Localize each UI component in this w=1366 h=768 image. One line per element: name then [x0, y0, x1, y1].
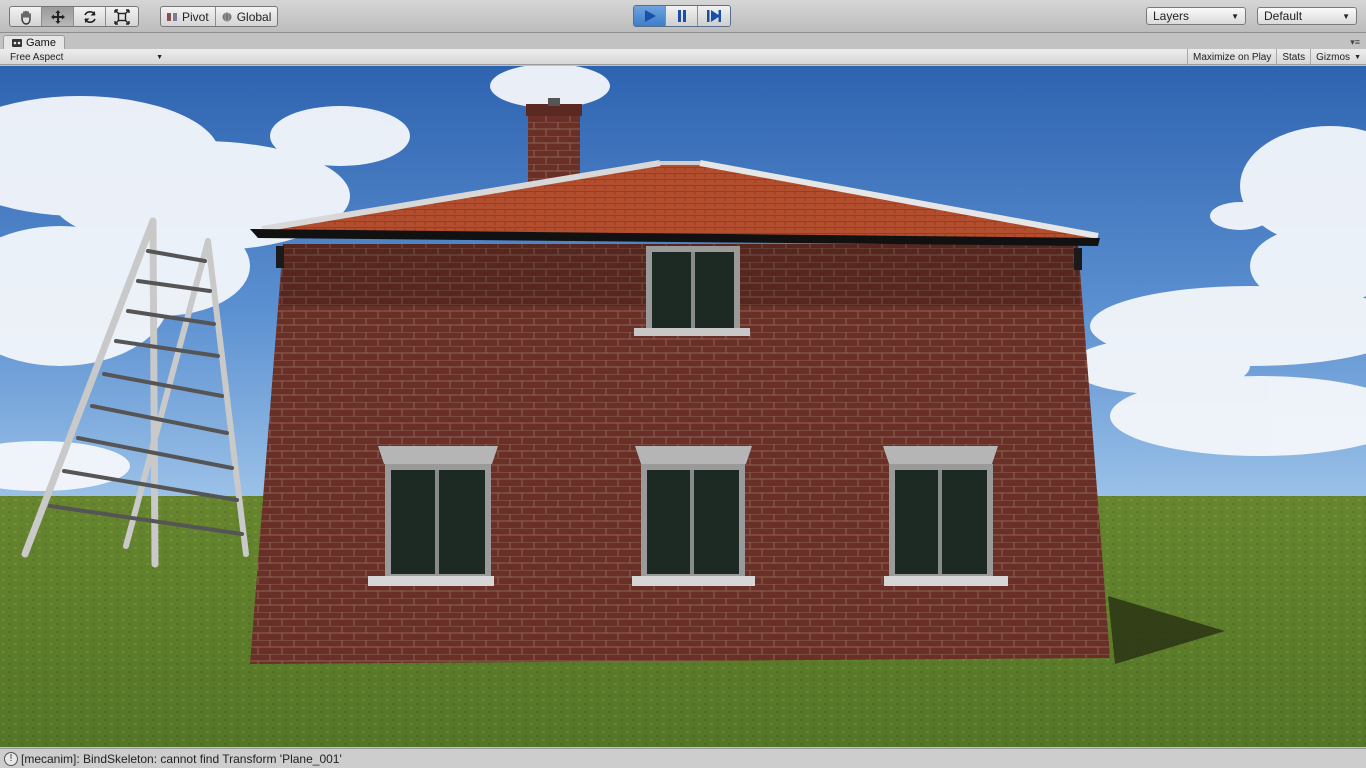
transform-tools	[9, 6, 139, 27]
global-button[interactable]: Global	[216, 7, 278, 26]
play-icon	[644, 10, 656, 22]
dropdown-arrow-icon: ▼	[156, 53, 163, 61]
play-button[interactable]	[634, 6, 666, 26]
game-viewport[interactable]	[0, 66, 1366, 747]
game-view-toolbar: Free Aspect ▼ Maximize on Play Stats Giz…	[0, 49, 1366, 65]
layout-label: Default	[1264, 9, 1303, 23]
panel-menu-icon[interactable]: ▾≡	[1350, 37, 1360, 48]
panel-tabbar: Game ▾≡	[0, 34, 1366, 50]
move-tool-button[interactable]	[42, 7, 74, 26]
hand-icon	[20, 10, 31, 25]
gizmos-dropdown[interactable]: Gizmos ▼	[1310, 49, 1366, 65]
pivot-global-toggle: Pivot Global	[160, 6, 279, 27]
scene-render	[0, 66, 1366, 747]
dropdown-arrow-icon: ▼	[1354, 53, 1361, 61]
aspect-label: Free Aspect	[10, 51, 64, 63]
aspect-dropdown[interactable]: Free Aspect ▼	[6, 49, 166, 65]
warning-icon: !	[4, 751, 18, 766]
pivot-icon	[167, 12, 177, 21]
rotate-tool-button[interactable]	[74, 7, 106, 26]
pivot-label: Pivot	[182, 9, 209, 24]
pause-button[interactable]	[666, 6, 698, 26]
layers-dropdown[interactable]: Layers ▼	[1146, 7, 1246, 25]
play-controls	[633, 5, 731, 27]
tab-game[interactable]: Game	[3, 35, 65, 50]
layers-label: Layers	[1153, 9, 1190, 23]
dropdown-arrow-icon: ▼	[1231, 11, 1239, 21]
step-icon	[707, 10, 721, 22]
scale-tool-button[interactable]	[106, 7, 138, 26]
maximize-label: Maximize on Play	[1193, 51, 1272, 63]
game-toolbar-right: Maximize on Play Stats Gizmos ▼	[1187, 49, 1366, 65]
layout-dropdown[interactable]: Default ▼	[1257, 7, 1357, 25]
window-upper	[634, 246, 750, 336]
window-left	[368, 446, 498, 586]
hand-tool-button[interactable]	[10, 7, 42, 26]
window-right	[883, 446, 1008, 586]
main-toolbar: Pivot Global Layers ▼ Default ▼	[0, 0, 1366, 33]
chimney	[528, 114, 580, 184]
global-label: Global	[236, 9, 272, 24]
status-message: [mecanim]: BindSkeleton: cannot find Tra…	[21, 751, 342, 766]
tab-game-label: Game	[26, 37, 56, 49]
unity-editor-window: Pivot Global Layers ▼ Default ▼ Game ▾≡ …	[0, 0, 1366, 768]
pause-icon	[677, 10, 686, 22]
game-icon	[12, 39, 22, 47]
console-status-bar[interactable]: ! [mecanim]: BindSkeleton: cannot find T…	[0, 748, 1366, 768]
scale-icon	[114, 8, 130, 25]
window-center	[632, 446, 755, 586]
dropdown-arrow-icon: ▼	[1342, 11, 1350, 21]
step-button[interactable]	[698, 6, 730, 26]
gizmos-label: Gizmos	[1316, 51, 1351, 63]
stats-label: Stats	[1282, 51, 1306, 63]
stats-toggle[interactable]: Stats	[1276, 49, 1310, 65]
move-icon	[50, 9, 65, 24]
pivot-button[interactable]: Pivot	[161, 7, 216, 26]
globe-icon	[222, 11, 232, 22]
rotate-icon	[83, 10, 96, 23]
maximize-on-play-toggle[interactable]: Maximize on Play	[1187, 49, 1276, 65]
